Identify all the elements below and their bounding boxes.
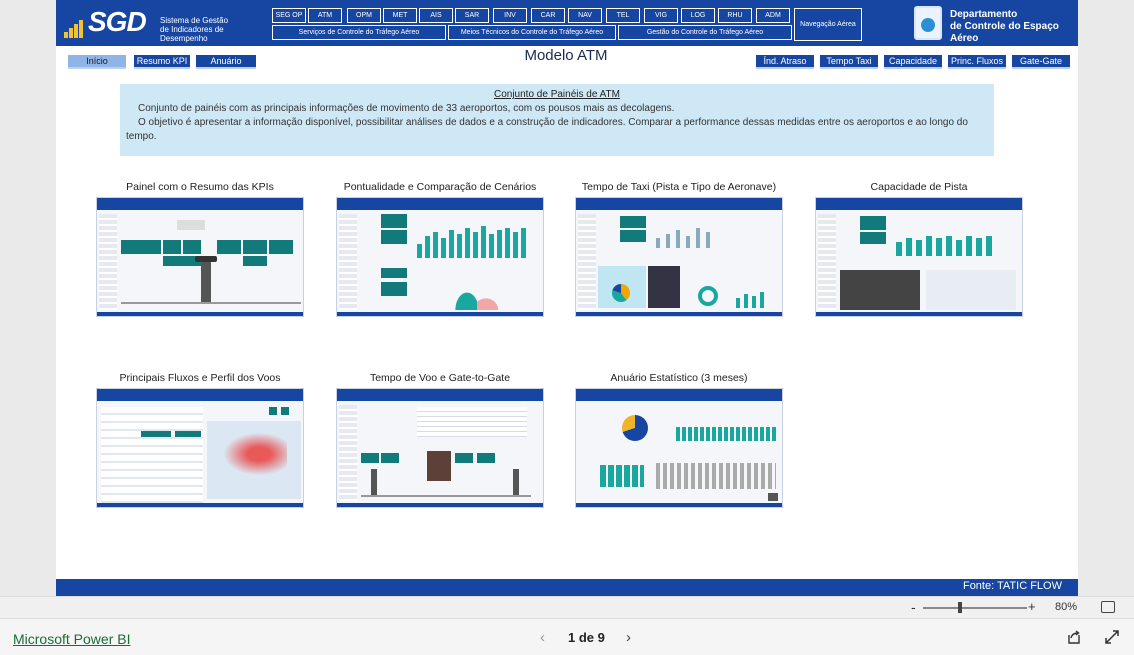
card-thumbnail[interactable] xyxy=(96,388,304,508)
card-tempo-taxi[interactable]: Tempo de Taxi (Pista e Tipo de Aeronave) xyxy=(575,181,783,317)
card-thumbnail[interactable] xyxy=(336,388,544,508)
tab-princ-fluxos[interactable]: Princ. Fluxos xyxy=(948,55,1006,69)
nav-tel[interactable]: TEL xyxy=(606,8,640,23)
decea-logo: Departamento de Controle do Espaço Aéreo xyxy=(914,6,1074,44)
zoom-slider-handle[interactable] xyxy=(958,602,962,613)
fullscreen-icon[interactable] xyxy=(1104,629,1120,645)
nav-met[interactable]: MET xyxy=(383,8,417,23)
card-thumbnail[interactable] xyxy=(575,197,783,317)
card-thumbnail[interactable] xyxy=(575,388,783,508)
sgd-logo: SGD Sistema de Gestão de Indicadores de … xyxy=(64,6,264,43)
tab-ind-atraso[interactable]: Índ. Atraso xyxy=(756,55,814,69)
nav-rhu[interactable]: RHU xyxy=(718,8,752,23)
next-page-icon[interactable]: › xyxy=(626,629,631,646)
fit-to-page-icon[interactable] xyxy=(1101,601,1115,613)
page-title: Modelo ATM xyxy=(524,47,608,64)
nav-seg-op[interactable]: SEG OP xyxy=(272,8,306,23)
tab-gate-gate[interactable]: Gate-Gate xyxy=(1012,55,1070,69)
nav-inv[interactable]: INV xyxy=(493,8,527,23)
card-thumbnail[interactable] xyxy=(815,197,1023,317)
tab-tempo-taxi[interactable]: Tempo Taxi xyxy=(820,55,878,69)
nav-car[interactable]: CAR xyxy=(531,8,565,23)
info-line-1: Conjunto de painéis com as principais in… xyxy=(138,103,675,114)
nav-ais[interactable]: AIS xyxy=(419,8,453,23)
zoom-out-button[interactable]: - xyxy=(911,599,916,615)
card-anuario-estatistico[interactable]: Anuário Estatístico (3 meses) xyxy=(575,372,783,508)
report-canvas: SGD Sistema de Gestão de Indicadores de … xyxy=(56,0,1078,596)
tab-anuario[interactable]: Anuário xyxy=(196,55,256,69)
report-footer: Fonte: TATIC FLOW xyxy=(56,579,1078,596)
card-title: Pontualidade e Comparação de Cenários xyxy=(343,181,537,193)
card-capacidade-pista[interactable]: Capacidade de Pista xyxy=(815,181,1023,317)
logo-bars-icon xyxy=(64,20,88,38)
card-pontualidade[interactable]: Pontualidade e Comparação de Cenários xyxy=(336,181,544,317)
logo-subtitle: Sistema de Gestão de Indicadores de Dese… xyxy=(160,16,229,43)
card-title: Capacidade de Pista xyxy=(870,181,968,193)
card-title: Principais Fluxos e Perfil dos Voos xyxy=(119,372,281,384)
tab-resumo-kpi[interactable]: Resumo KPI xyxy=(134,55,190,69)
nav-group-meios[interactable]: Meios Técnicos do Controle do Tráfego Aé… xyxy=(448,25,616,40)
card-title: Tempo de Taxi (Pista e Tipo de Aeronave) xyxy=(581,181,777,193)
zoom-slider[interactable] xyxy=(923,607,1027,609)
decea-seal-icon xyxy=(914,6,942,40)
nav-vig[interactable]: VIG xyxy=(644,8,678,23)
powerbi-brand-link[interactable]: Microsoft Power BI xyxy=(13,631,130,647)
page-indicator: 1 de 9 xyxy=(568,630,605,645)
card-title: Anuário Estatístico (3 meses) xyxy=(610,372,748,384)
card-principais-fluxos[interactable]: Principais Fluxos e Perfil dos Voos xyxy=(96,372,304,508)
card-resumo-kpis[interactable]: Painel com o Resumo das KPIs xyxy=(96,181,304,317)
nav-opm[interactable]: OPM xyxy=(347,8,381,23)
footer-source: Fonte: TATIC FLOW xyxy=(962,580,1062,592)
card-thumbnail[interactable] xyxy=(96,197,304,317)
logo-text: SGD xyxy=(88,6,147,37)
decea-text: Departamento de Controle do Espaço Aéreo xyxy=(950,9,1059,44)
card-tempo-voo[interactable]: Tempo de Voo e Gate-to-Gate xyxy=(336,372,544,508)
zoom-level: 80% xyxy=(1055,601,1078,613)
card-thumbnail[interactable] xyxy=(336,197,544,317)
share-icon[interactable] xyxy=(1066,629,1082,645)
nav-atm[interactable]: ATM xyxy=(308,8,342,23)
powerbi-bottom-bar: Microsoft Power BI ‹ 1 de 9 › xyxy=(0,618,1134,655)
card-title: Painel com o Resumo das KPIs xyxy=(126,181,274,193)
nav-sar[interactable]: SAR xyxy=(455,8,489,23)
zoom-in-button[interactable]: + xyxy=(1028,599,1036,614)
report-header: SGD Sistema de Gestão de Indicadores de … xyxy=(56,0,1078,46)
tab-capacidade[interactable]: Capacidade xyxy=(884,55,942,69)
info-panel: Conjunto de Painéis de ATM Conjunto de p… xyxy=(120,84,994,156)
tab-inicio[interactable]: Início xyxy=(68,55,126,69)
nav-group-gestao[interactable]: Gestão do Controle do Tráfego Aéreo xyxy=(618,25,792,40)
zoom-bar: - + 80% xyxy=(0,596,1134,618)
info-line-2: O objetivo é apresentar a informação dis… xyxy=(126,117,968,142)
nav-log[interactable]: LOG xyxy=(681,8,715,23)
previous-page-icon[interactable]: ‹ xyxy=(540,629,545,646)
nav-adm[interactable]: ADM xyxy=(756,8,790,23)
nav-nav[interactable]: NAV xyxy=(568,8,602,23)
nav-group-servicos[interactable]: Serviços de Controle do Tráfego Aéreo xyxy=(272,25,446,40)
info-heading: Conjunto de Painéis de ATM xyxy=(493,89,620,100)
card-title: Tempo de Voo e Gate-to-Gate xyxy=(369,372,511,384)
nav-navegacao-aerea[interactable]: Navegação Aérea xyxy=(794,8,862,41)
